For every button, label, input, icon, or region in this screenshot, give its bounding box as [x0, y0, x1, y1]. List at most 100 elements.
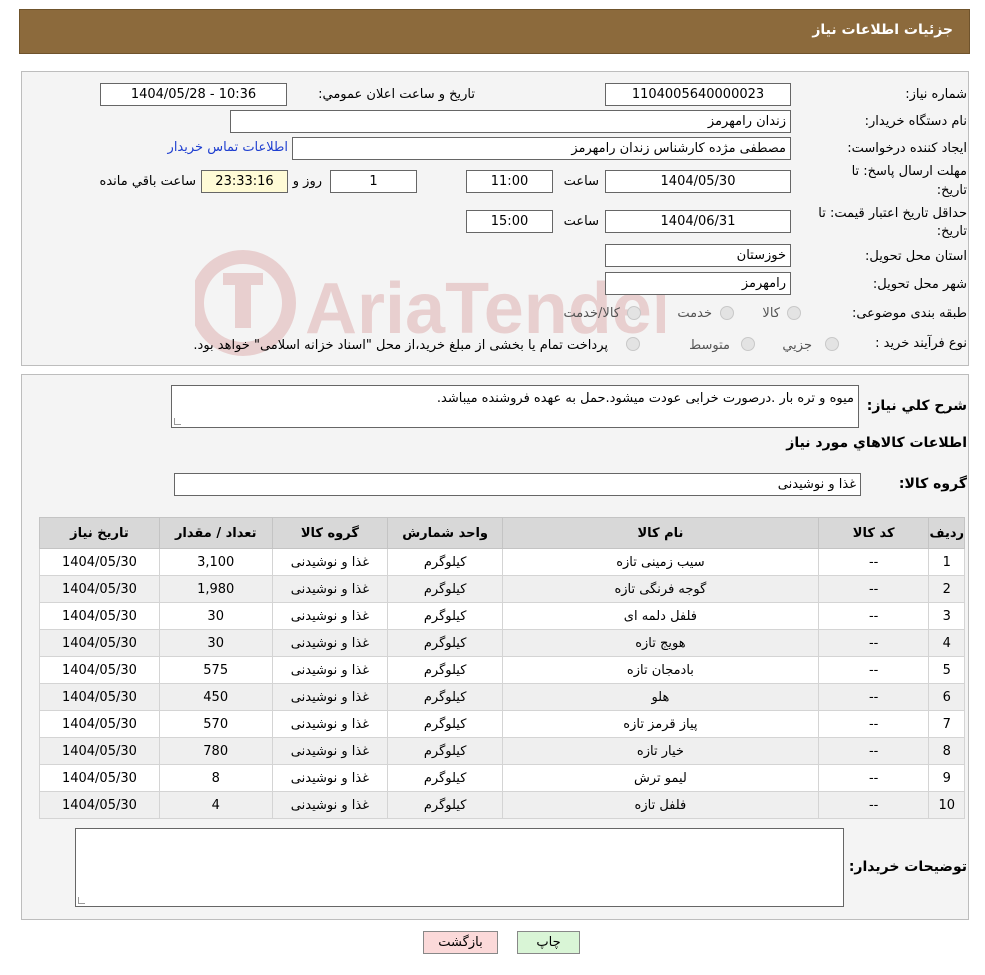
cell-row: 10: [928, 791, 965, 819]
cell-unit: کیلوگرم: [387, 791, 503, 819]
cell-unit: کیلوگرم: [387, 683, 503, 711]
cell-group: غذا و نوشیدنی: [271, 656, 389, 684]
deadline-date-field: 1404/05/30: [605, 170, 791, 193]
time-remaining-field: 23:33:16: [201, 170, 288, 193]
print-button[interactable]: چاپ: [517, 931, 580, 954]
resize-grip[interactable]: [78, 897, 85, 904]
cell-group: غذا و نوشیدنی: [271, 764, 389, 792]
announce-label: تاريخ و ساعت اعلان عمومي:: [318, 87, 475, 102]
category-service-label: خدمت: [677, 306, 712, 321]
cell-code: --: [817, 575, 930, 603]
cell-code: --: [817, 737, 930, 765]
items-title: اطلاعات کالاهاي مورد نياز: [786, 435, 967, 451]
city-field: رامهرمز: [605, 272, 791, 295]
cell-quantity: 780: [158, 737, 273, 765]
buyer-contact-link[interactable]: اطلاعات تماس خريدار: [168, 140, 288, 155]
creator-label: ايجاد کننده درخواست:: [847, 141, 967, 156]
deadline-time-field: 11:00: [466, 170, 553, 193]
announce-field: 1404/05/28 - 10:36: [100, 83, 287, 106]
cell-unit: کیلوگرم: [387, 737, 503, 765]
days-remaining-field: 1: [330, 170, 417, 193]
cell-name: خیار تازه: [501, 737, 819, 765]
cell-group: غذا و نوشیدنی: [271, 575, 389, 603]
process-small-radio[interactable]: [825, 337, 839, 351]
cell-quantity: 570: [158, 710, 273, 738]
description-label: شرح کلي نياز:: [866, 398, 967, 414]
province-label: استان محل تحويل:: [865, 249, 967, 264]
province-field: خوزستان: [605, 244, 791, 267]
cell-date: 1404/05/30: [39, 602, 160, 630]
cell-quantity: 1,980: [158, 575, 273, 603]
items-table: رديف کد کالا نام کالا واحد شمارش گروه کا…: [39, 517, 965, 819]
cell-name: لیمو ترش: [501, 764, 819, 792]
cell-row: 8: [928, 737, 965, 765]
cell-group: غذا و نوشیدنی: [271, 737, 389, 765]
group-field: غذا و نوشیدنی: [174, 473, 861, 496]
col-row: رديف: [928, 517, 965, 549]
cell-unit: کیلوگرم: [387, 629, 503, 657]
process-medium-radio[interactable]: [741, 337, 755, 351]
need-number-label: شماره نیاز:: [905, 87, 967, 102]
page-header: جزئیات اطلاعات نیاز: [19, 9, 970, 54]
cell-date: 1404/05/30: [39, 710, 160, 738]
cell-name: فلفل تازه: [501, 791, 819, 819]
cell-date: 1404/05/30: [39, 629, 160, 657]
category-goods-radio[interactable]: [787, 306, 801, 320]
cell-row: 7: [928, 710, 965, 738]
cell-quantity: 4: [158, 791, 273, 819]
cell-code: --: [817, 629, 930, 657]
col-name: نام کالا: [501, 517, 819, 549]
validity-label: حداقل تاريخ اعتبار قيمت: تا: [818, 206, 967, 221]
col-quantity: تعداد / مقدار: [158, 517, 273, 549]
cell-group: غذا و نوشیدنی: [271, 629, 389, 657]
cell-name: فلفل دلمه ای: [501, 602, 819, 630]
table-row: 7 -- پیاز قرمز تازه کیلوگرم غذا و نوشیدنی 570…: [39, 710, 965, 738]
deadline-time-label: ساعت: [563, 174, 599, 189]
process-label: نوع فرآيند خريد :: [875, 336, 967, 351]
cell-group: غذا و نوشیدنی: [271, 710, 389, 738]
deadline-label: مهلت ارسال پاسخ: تا: [851, 164, 967, 179]
table-row: 9 -- لیمو ترش کیلوگرم غذا و نوشیدنی 8 1404/05/…: [39, 764, 965, 792]
category-goods-service-radio[interactable]: [627, 306, 641, 320]
category-service-radio[interactable]: [720, 306, 734, 320]
buyer-label: نام دستگاه خريدار:: [864, 114, 967, 129]
cell-unit: کیلوگرم: [387, 710, 503, 738]
cell-group: غذا و نوشیدنی: [271, 791, 389, 819]
resize-grip[interactable]: [174, 418, 181, 425]
group-label: گروه کالا:: [898, 476, 967, 492]
process-note: پرداخت تمام يا بخشی از مبلغ خريد،از محل …: [193, 338, 608, 353]
cell-name: پیاز قرمز تازه: [501, 710, 819, 738]
cell-quantity: 450: [158, 683, 273, 711]
cell-group: غذا و نوشیدنی: [271, 602, 389, 630]
cell-name: سیب زمینی تازه: [501, 548, 819, 576]
buyer-notes-field: [75, 828, 844, 907]
cell-row: 3: [928, 602, 965, 630]
category-goods-label: کالا: [762, 306, 780, 321]
table-header-row: رديف کد کالا نام کالا واحد شمارش گروه کا…: [39, 517, 965, 549]
buyer-field: زندان رامهرمز: [230, 110, 791, 133]
cell-name: هلو: [501, 683, 819, 711]
table-row: 5 -- بادمجان تازه کیلوگرم غذا و نوشیدنی 575 14…: [39, 656, 965, 684]
cell-name: هویج تازه: [501, 629, 819, 657]
description-field: میوه و تره بار .درصورت خرابی عودت میشود.…: [171, 385, 859, 428]
category-label: طبقه بندی موضوعی:: [851, 306, 967, 321]
days-label: روز و: [292, 174, 322, 189]
back-button[interactable]: بازگشت: [423, 931, 498, 954]
cell-code: --: [817, 548, 930, 576]
category-goods-service-label: کالا/خدمت: [563, 306, 620, 321]
cell-quantity: 575: [158, 656, 273, 684]
validity-time-label: ساعت: [563, 214, 599, 229]
cell-row: 1: [928, 548, 965, 576]
cell-unit: کیلوگرم: [387, 656, 503, 684]
process-treasury-radio[interactable]: [626, 337, 640, 351]
cell-row: 4: [928, 629, 965, 657]
cell-unit: کیلوگرم: [387, 548, 503, 576]
cell-row: 9: [928, 764, 965, 792]
cell-group: غذا و نوشیدنی: [271, 683, 389, 711]
cell-unit: کیلوگرم: [387, 764, 503, 792]
table-row: 10 -- فلفل تازه کیلوگرم غذا و نوشیدنی 4 1404/0…: [39, 791, 965, 819]
validity-time-field: 15:00: [466, 210, 553, 233]
process-medium-label: متوسط: [689, 338, 730, 353]
cell-code: --: [817, 710, 930, 738]
deadline-label-2: تاريخ:: [936, 183, 967, 198]
